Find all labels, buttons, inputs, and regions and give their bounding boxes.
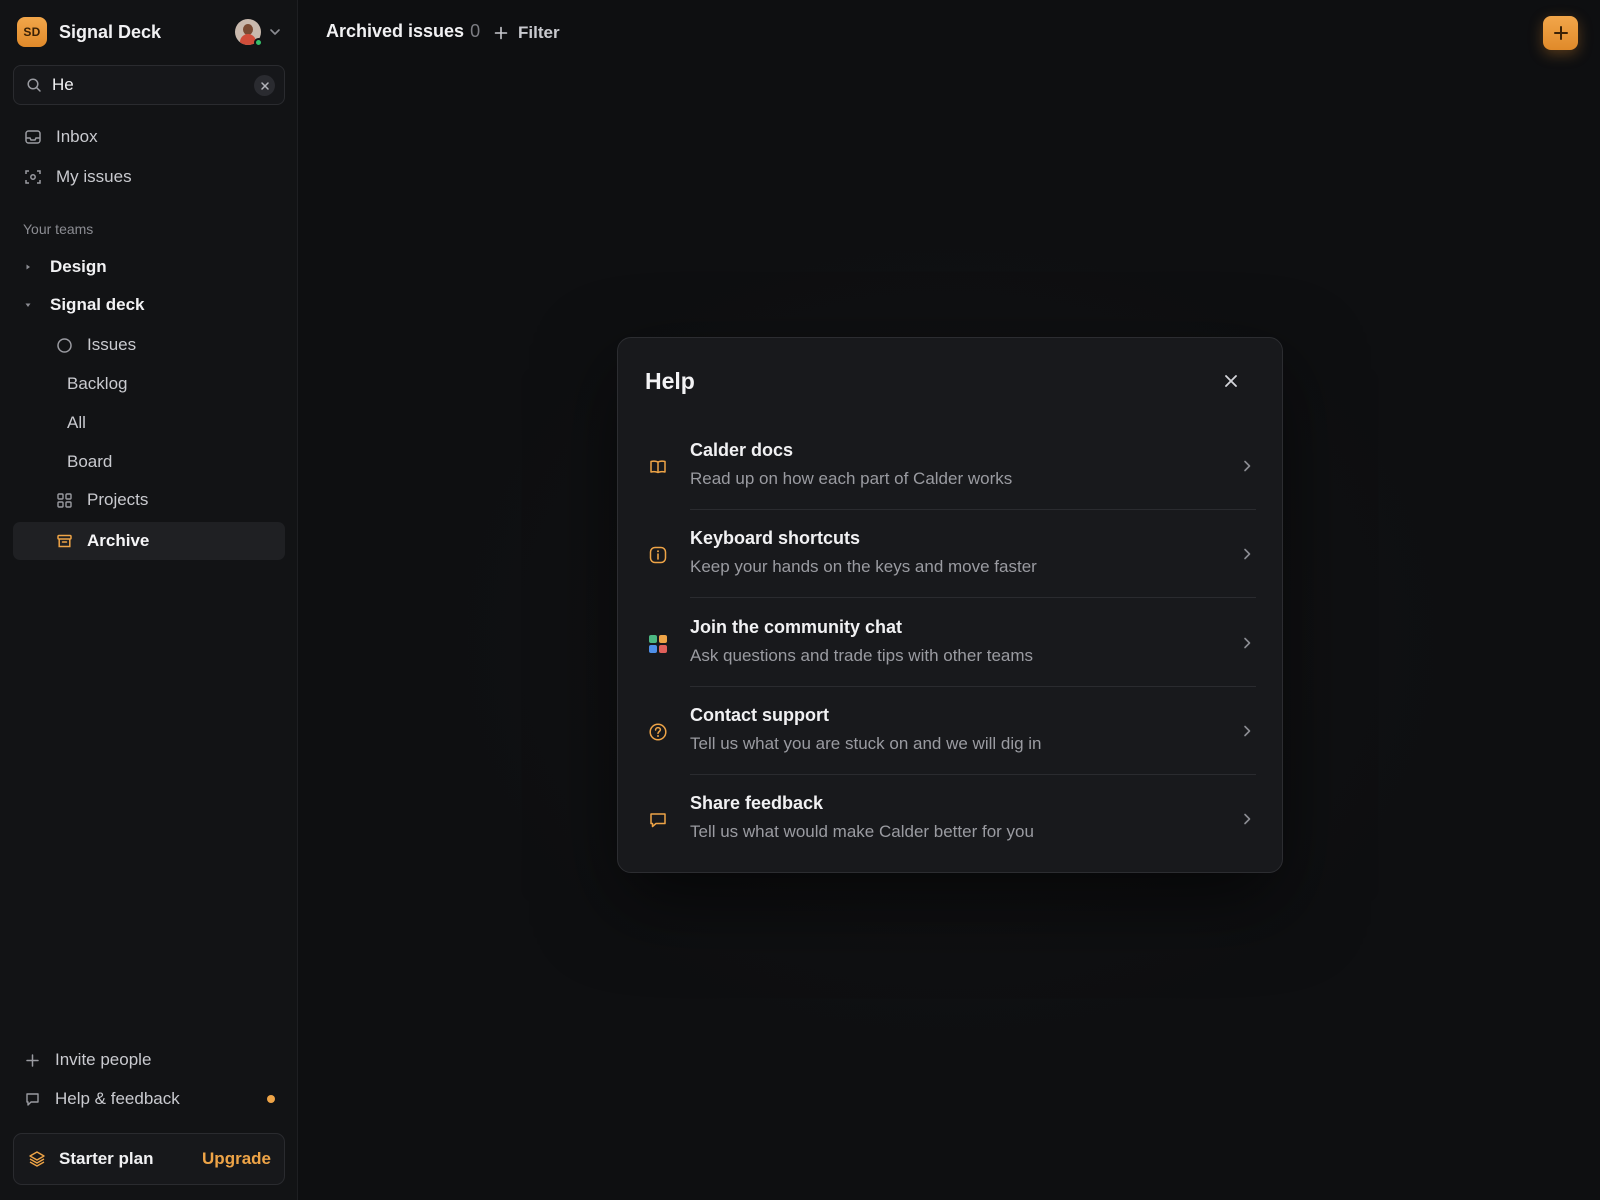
help-item-support[interactable]: Contact support Tell us what you are stu… <box>618 687 1284 775</box>
upgrade-button[interactable]: Upgrade <box>202 1149 271 1169</box>
focus-icon <box>25 170 41 184</box>
team-signal-deck[interactable]: Signal deck <box>23 292 144 318</box>
teams-section-label: Your teams <box>23 221 94 237</box>
help-item-desc: Ask questions and trade tips with other … <box>690 646 1034 665</box>
grid-icon <box>57 492 72 508</box>
chevron-right-icon <box>1244 637 1251 649</box>
modal-title: Help <box>645 368 695 394</box>
question-icon <box>649 723 667 741</box>
help-item-feedback[interactable]: Share feedback Tell us what would make C… <box>618 775 1284 863</box>
sidebar-item-projects-label: Projects <box>87 490 149 509</box>
help-feedback-label: Help & feedback <box>55 1089 180 1108</box>
sidebar-item-all-label: All <box>67 413 86 432</box>
nav-my-issues-label: My issues <box>56 167 132 186</box>
plan-name: Starter plan <box>59 1149 154 1168</box>
help-item-desc: Tell us what would make Calder better fo… <box>690 822 1034 841</box>
online-status-dot <box>254 38 263 47</box>
sidebar-item-archive[interactable]: Archive <box>13 522 285 560</box>
book-icon <box>650 460 666 474</box>
chat-bubble-icon <box>650 813 666 828</box>
team-design-label: Design <box>50 257 107 276</box>
sidebar-item-archive-label: Archive <box>87 531 150 550</box>
divider <box>690 597 1256 598</box>
sidebar-item-backlog-label: Backlog <box>67 374 128 393</box>
help-item-title: Join the community chat <box>690 617 903 637</box>
new-issue-button[interactable] <box>1543 16 1578 50</box>
help-item-title: Contact support <box>690 705 829 725</box>
nav-my-issues[interactable]: My issues <box>13 158 285 196</box>
sidebar-item-projects[interactable]: Projects <box>56 482 148 518</box>
close-modal-button[interactable] <box>1222 372 1240 390</box>
workspace-switcher[interactable]: SD Signal Deck <box>17 17 281 47</box>
page-title: Archived issues 0 <box>326 21 480 42</box>
chevron-right-icon <box>1244 548 1251 560</box>
help-item-shortcuts[interactable]: Keyboard shortcuts Keep your hands on th… <box>618 510 1284 598</box>
close-icon <box>260 81 269 90</box>
circle-icon <box>57 337 72 353</box>
help-item-desc: Tell us what you are stuck on and we wil… <box>690 734 1042 753</box>
page-title-text: Archived issues <box>326 21 465 41</box>
clear-search-button[interactable] <box>254 75 275 96</box>
caret-down-icon <box>25 303 31 307</box>
search-icon <box>27 78 41 92</box>
plus-icon <box>494 26 508 40</box>
plus-icon <box>26 1053 39 1067</box>
inbox-icon <box>25 130 41 144</box>
help-item-desc: Read up on how each part of Calder works <box>690 469 1013 488</box>
nav-inbox-label: Inbox <box>56 127 98 146</box>
community-icon <box>649 635 667 653</box>
help-item-docs[interactable]: Calder docs Read up on how each part of … <box>618 422 1284 510</box>
invite-people-button[interactable]: Invite people <box>13 1042 285 1078</box>
caret-right-icon <box>26 264 30 270</box>
chat-bubble-icon <box>26 1092 39 1106</box>
filter-button[interactable]: Filter <box>494 20 560 46</box>
team-signal-deck-label: Signal deck <box>50 295 145 314</box>
help-item-desc: Keep your hands on the keys and move fas… <box>690 557 1037 576</box>
sidebar-item-backlog[interactable]: Backlog <box>67 366 127 402</box>
sidebar-item-all[interactable]: All <box>67 405 86 441</box>
help-modal: Help Calder docs Read up on how each par… <box>617 337 1283 873</box>
plus-icon <box>1553 26 1568 40</box>
filter-label: Filter <box>518 23 560 42</box>
team-design[interactable]: Design <box>23 254 107 280</box>
help-item-community[interactable]: Join the community chat Ask questions an… <box>618 599 1284 687</box>
search-input[interactable] <box>52 75 242 95</box>
sidebar-item-board[interactable]: Board <box>67 444 112 480</box>
close-icon <box>1225 375 1237 387</box>
nav-inbox[interactable]: Inbox <box>13 118 285 156</box>
issue-count: 0 <box>470 21 481 41</box>
invite-people-label: Invite people <box>55 1050 152 1069</box>
help-feedback-button[interactable]: Help & feedback <box>13 1081 285 1117</box>
sidebar-item-board-label: Board <box>67 452 113 471</box>
plan-card: Starter plan Upgrade <box>13 1133 285 1185</box>
archive-icon <box>57 534 72 547</box>
help-item-title: Calder docs <box>690 440 794 460</box>
chevron-down-icon[interactable] <box>268 25 282 39</box>
workspace-logo: SD <box>17 17 47 47</box>
workspace-name: Signal Deck <box>59 21 162 42</box>
layers-icon <box>29 1151 45 1167</box>
notification-dot <box>267 1095 275 1103</box>
chevron-right-icon <box>1244 460 1251 472</box>
help-item-title: Keyboard shortcuts <box>690 528 861 548</box>
sidebar-item-issues-label: Issues <box>87 335 137 354</box>
sidebar-item-issues[interactable]: Issues <box>56 327 136 363</box>
info-icon <box>649 546 667 564</box>
chevron-right-icon <box>1244 725 1251 737</box>
search-box <box>13 65 285 105</box>
help-item-title: Share feedback <box>690 793 824 813</box>
sidebar: SD Signal Deck Inbox <box>0 0 298 1200</box>
chevron-right-icon <box>1244 813 1251 825</box>
